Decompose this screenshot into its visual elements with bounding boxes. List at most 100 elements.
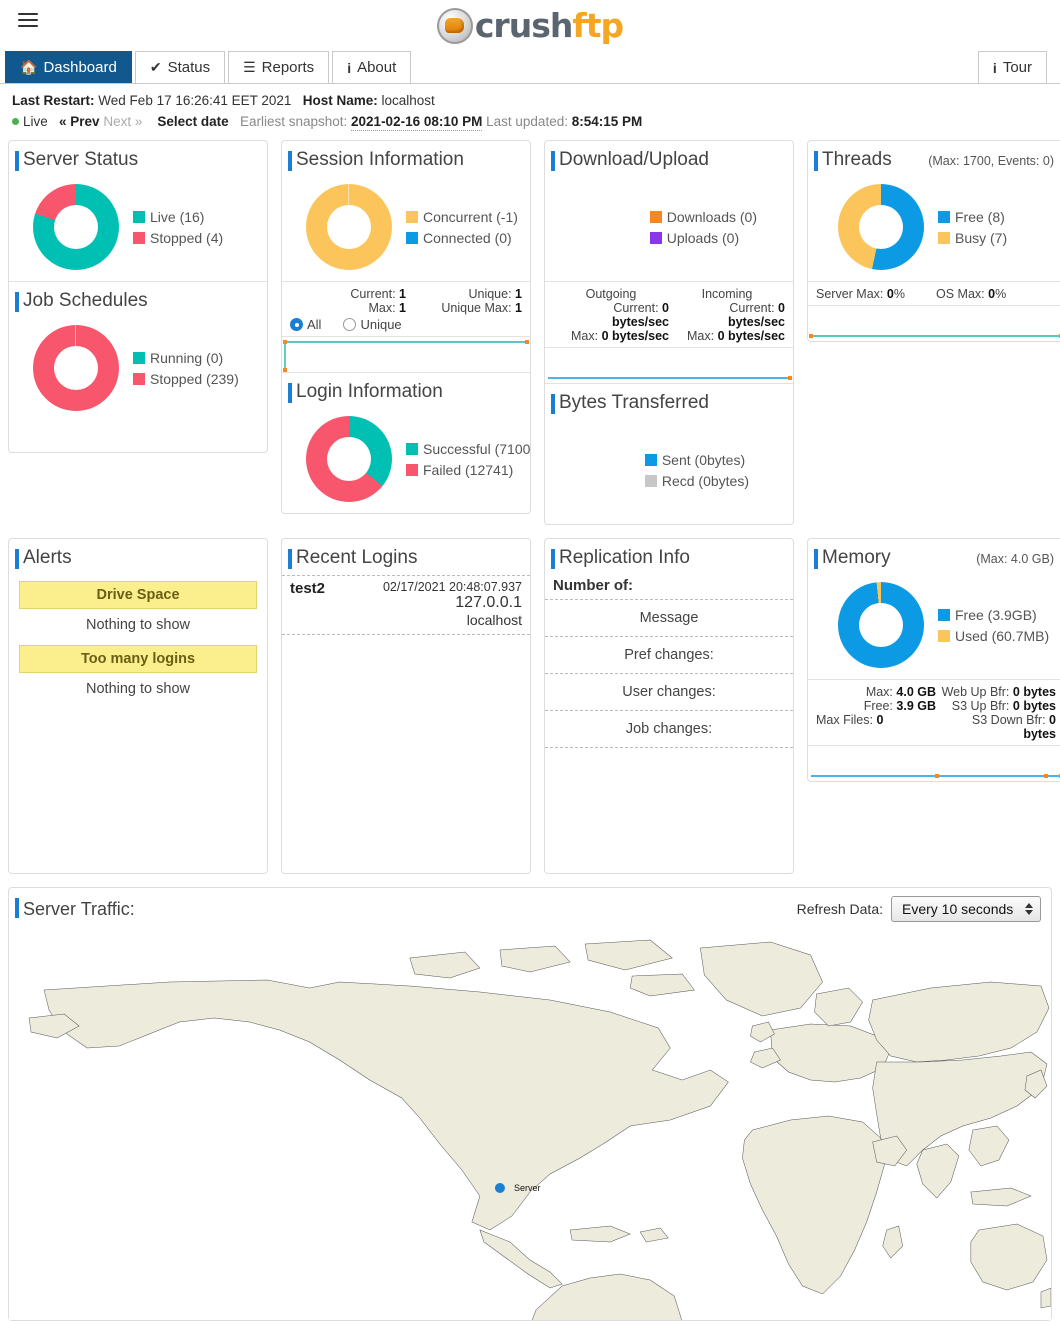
tab-dashboard[interactable]: 🏠 Dashboard [5,51,132,83]
job-schedules-donut [33,325,119,411]
download-upload-legend: Downloads (0) Uploads (0) [649,204,757,251]
dashboard-grid: Server Status Live (16) Stopped (4) Job … [0,140,1060,874]
job-schedules-legend: Running (0) Stopped (239) [133,345,239,392]
download-upload-stats: Outgoing Current: 0 bytes/sec Max: 0 byt… [545,281,793,347]
threads-title: Threads (Max: 1700, Events: 0) [808,141,1060,177]
memory-max-value: 4.0 GB [896,685,936,699]
threads-legend: Free (8) Busy (7) [938,204,1007,251]
threads-sparkline [808,305,1060,341]
radio-all[interactable]: All [290,317,321,332]
tab-about-label: About [357,59,397,76]
memory-subtitle: (Max: 4.0 GB) [976,552,1054,566]
legend-label-connected: Connected (0) [423,229,512,246]
memory-sparkline [808,745,1060,781]
earliest-snapshot-label: Earliest snapshot: [239,114,348,129]
download-upload-sparkline [545,347,793,383]
refresh-data-label: Refresh Data: [796,901,883,917]
select-date-button[interactable]: Select date [157,114,228,129]
table-row[interactable]: test2 02/17/2021 20:48:07.937 127.0.0.1 … [282,575,530,635]
download-upload-chart: Downloads (0) Uploads (0) [545,177,793,281]
legend-swatch [644,453,657,466]
last-updated-value: 8:54:15 PM [571,114,643,129]
memory-legend: Free (3.9GB) Used (60.7MB) [938,602,1049,649]
threads-stats: Server Max: 0% OS Max: 0% [808,281,1060,305]
panel-server-traffic: Server Traffic: Refresh Data: Every 10 s… [8,887,1052,1321]
s3-up-bfr-label: S3 Up Bfr: [951,699,1010,713]
check-icon: ✔ [149,59,162,75]
legend-label-sent: Sent (0bytes) [661,451,746,468]
tab-reports[interactable]: ☰ Reports [228,51,330,83]
recent-logins-title: Recent Logins [282,539,530,575]
legend-label-recd: Recd (0bytes) [661,472,749,489]
memory-donut [838,582,924,668]
alert-banner-drive-space[interactable]: Drive Space [19,581,257,609]
refresh-interval-select[interactable]: Every 10 seconds [891,896,1041,922]
legend-swatch [406,442,418,455]
logo-text-secondary: ftp [572,6,624,45]
legend-label-free: Free (3.9GB) [955,606,1037,623]
threads-chart: Free (8) Busy (7) [808,177,1060,281]
earliest-snapshot-value[interactable]: 2021-02-16 08:10 PM [351,114,483,131]
outgoing-current-label: Current: [613,301,659,315]
legend-swatch [649,210,662,223]
server-marker-label: Server [514,1183,541,1193]
session-max-value: 1 [399,301,406,315]
session-current-value: 1 [399,287,406,301]
app-logo: crushftp [0,6,1060,46]
radio-unique[interactable]: Unique [343,317,402,332]
memory-stats: Max: 4.0 GB Free: 3.9 GB Max Files: 0 We… [808,679,1060,745]
panel-replication-info: Replication Info Number of: Message Pref… [544,538,794,874]
refresh-interval-value: Every 10 seconds [902,901,1014,917]
server-traffic-title: Server Traffic: [23,898,135,919]
os-max-label: OS Max: [936,287,985,301]
legend-swatch [406,231,418,244]
incoming-max-label: Max: [687,329,715,343]
legend-swatch [644,474,657,487]
world-map[interactable]: Server [9,930,1051,1320]
session-current-label: Current: [350,287,396,301]
s3-up-bfr-value: 0 bytes [1012,699,1056,713]
recent-login-user: test2 [290,580,326,597]
session-max-label: Max: [368,301,396,315]
legend-swatch [406,210,418,223]
next-snapshot-button[interactable]: Next » [103,114,142,129]
server-traffic-header: Server Traffic: Refresh Data: Every 10 s… [9,888,1051,930]
session-information-stats: Current: 1 Max: 1 Unique: 1 Unique Max: … [282,281,530,336]
home-icon: 🏠 [20,59,38,75]
memory-max-files-value: 0 [876,713,884,727]
main-tab-bar: 🏠 Dashboard ✔ Status ☰ Reports i About i… [0,51,1060,84]
panel-session-information: Session Information Concurrent (-1) Conn… [281,140,531,514]
legend-swatch [938,210,950,223]
outgoing-max-label: Max: [571,329,599,343]
server-status-legend: Live (16) Stopped (4) [133,204,223,251]
replication-number-of-label: Number of: [553,577,633,594]
memory-title: Memory (Max: 4.0 GB) [808,539,1060,575]
legend-label-failed: Failed (12741) [423,461,514,478]
tab-about[interactable]: i About [332,51,412,83]
tour-button[interactable]: i Tour [977,51,1047,83]
legend-swatch [938,629,950,642]
radio-unique-icon[interactable] [343,318,357,331]
memory-chart: Free (3.9GB) Used (60.7MB) [808,575,1060,679]
prev-snapshot-button[interactable]: « Prev [59,114,100,129]
radio-all-icon[interactable] [290,318,303,331]
host-name-value: localhost [381,93,435,108]
replication-row-pref-changes: Pref changes: [545,636,793,673]
session-information-title: Session Information [282,141,530,177]
server-status-donut [33,184,119,270]
host-name-label: Host Name: [302,93,378,108]
legend-label-live: Live (16) [150,208,205,225]
job-schedules-title: Job Schedules [9,281,267,318]
session-unique-label: Unique: [468,287,512,301]
server-max-label: Server Max: [816,287,884,301]
legend-swatch [133,372,145,385]
panel-threads: Threads (Max: 1700, Events: 0) Free (8) … [807,140,1060,342]
session-unique-max-label: Unique Max: [441,301,512,315]
alerts-title: Alerts [9,539,267,575]
alert-banner-too-many-logins[interactable]: Too many logins [19,645,257,673]
replication-row-job-changes: Job changes: [545,710,793,748]
bytes-transferred-legend: Sent (0bytes) Recd (0bytes) [644,447,749,494]
tab-status[interactable]: ✔ Status [134,51,226,83]
memory-max-label: Max: [865,685,893,699]
legend-label-stopped: Stopped (239) [150,370,239,387]
